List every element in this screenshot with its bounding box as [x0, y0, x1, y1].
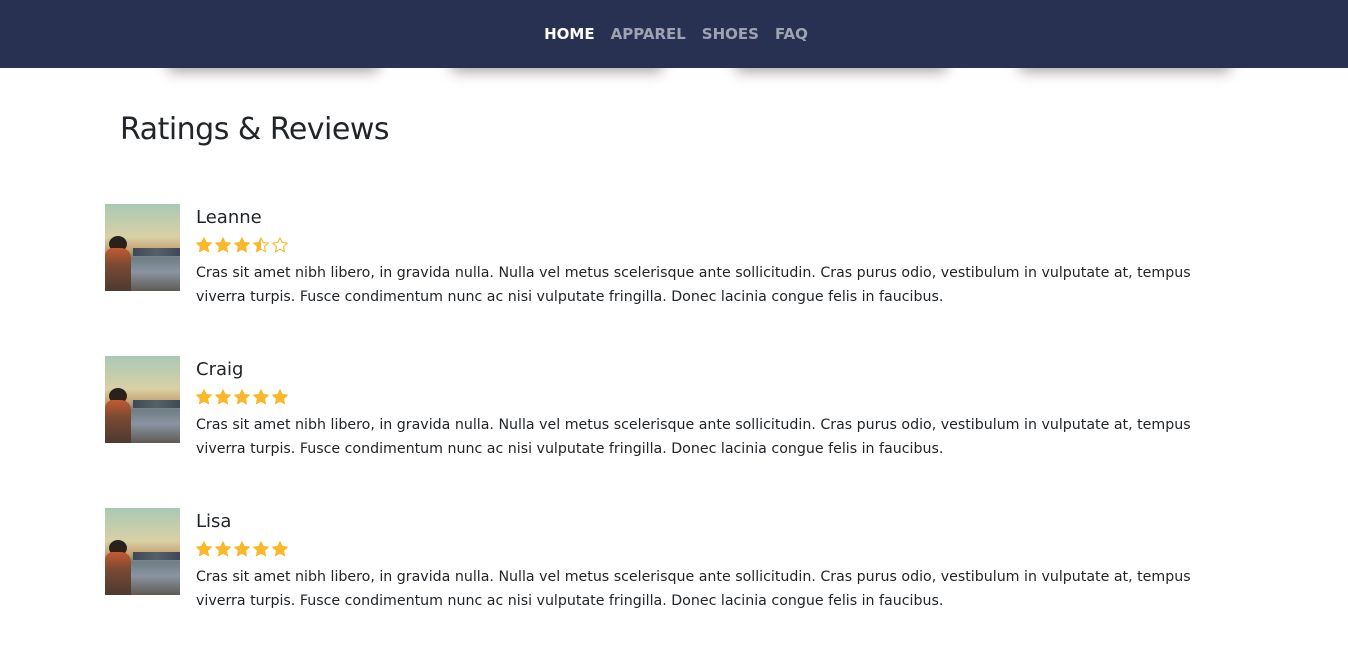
- star-full-icon: [196, 541, 212, 557]
- review-item: Craig Cras sit amet nibh libero, in grav…: [105, 356, 1235, 466]
- review-text: Cras sit amet nibh libero, in gravida nu…: [196, 265, 1191, 305]
- reviewer-name: Leanne: [196, 207, 262, 228]
- star-full-icon: [234, 237, 250, 253]
- nav-link-faq[interactable]: FAQ: [775, 25, 808, 43]
- review-text: Cras sit amet nibh libero, in gravida nu…: [196, 417, 1191, 457]
- star-full-icon: [234, 389, 250, 405]
- review-text: Cras sit amet nibh libero, in gravida nu…: [196, 569, 1191, 609]
- star-full-icon: [253, 389, 269, 405]
- top-navbar: HOME APPAREL SHOES FAQ: [0, 0, 1348, 68]
- section-title: Ratings & Reviews: [120, 112, 390, 147]
- star-full-icon: [215, 237, 231, 253]
- reviewer-avatar: [105, 508, 180, 595]
- nav-link-home[interactable]: HOME: [544, 25, 594, 43]
- star-rating: [196, 541, 288, 557]
- star-full-icon: [196, 237, 212, 253]
- star-full-icon: [215, 389, 231, 405]
- star-full-icon: [234, 541, 250, 557]
- star-full-icon: [272, 541, 288, 557]
- star-full-icon: [253, 541, 269, 557]
- reviewer-name: Lisa: [196, 511, 232, 532]
- star-half-icon: [253, 237, 269, 253]
- star-rating: [196, 237, 288, 253]
- nav-links: HOME APPAREL SHOES FAQ: [544, 25, 808, 43]
- reviewer-avatar: [105, 356, 180, 443]
- star-full-icon: [272, 389, 288, 405]
- nav-link-shoes[interactable]: SHOES: [702, 25, 759, 43]
- nav-link-apparel[interactable]: APPAREL: [611, 25, 686, 43]
- star-full-icon: [215, 541, 231, 557]
- star-rating: [196, 389, 288, 405]
- review-item: Lisa Cras sit amet nibh libero, in gravi…: [105, 508, 1235, 618]
- star-empty-icon: [272, 237, 288, 253]
- review-item: Leanne Cras sit amet nibh libero, in gra…: [105, 204, 1235, 314]
- reviewer-name: Craig: [196, 359, 244, 380]
- reviewer-avatar: [105, 204, 180, 291]
- star-full-icon: [196, 389, 212, 405]
